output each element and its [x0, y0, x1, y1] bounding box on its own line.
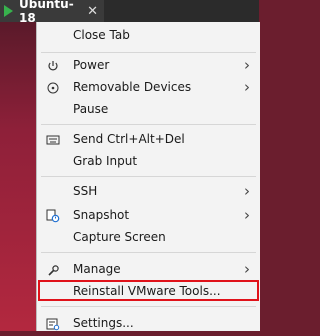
chevron-right-icon: › — [244, 182, 250, 200]
disc-icon — [45, 80, 61, 96]
menu-item-label: Capture Screen — [73, 230, 166, 244]
vm-running-icon — [4, 5, 13, 17]
menu-separator — [41, 52, 256, 53]
menu-item-label: Grab Input — [73, 154, 138, 168]
chevron-right-icon: › — [244, 56, 250, 74]
tab-ubuntu-18[interactable]: Ubuntu-18 ✕ — [0, 0, 104, 25]
menu-item-pause[interactable]: Pause — [37, 98, 260, 122]
chevron-right-icon: › — [244, 260, 250, 278]
menu-item-snapshot[interactable]: Snapshot › — [37, 204, 260, 228]
settings-icon — [45, 316, 61, 332]
chevron-right-icon: › — [244, 78, 250, 96]
menu-item-label: Close Tab — [73, 28, 130, 42]
menu-item-removable-devices[interactable]: Removable Devices › — [37, 76, 260, 100]
menu-item-label: Power — [73, 58, 110, 72]
snapshot-icon — [45, 208, 61, 224]
menu-item-manage[interactable]: Manage › — [37, 258, 260, 282]
menu-item-capture-screen[interactable]: Capture Screen — [37, 226, 260, 250]
menu-item-label: Settings... — [73, 316, 134, 330]
menu-item-label: Snapshot — [73, 208, 130, 222]
tab-bar: Ubuntu-18 ✕ — [0, 0, 259, 25]
menu-item-label: SSH — [73, 184, 98, 198]
menu-item-power[interactable]: Power › — [37, 54, 260, 78]
menu-separator — [41, 252, 256, 253]
menu-item-label: Removable Devices — [73, 80, 192, 94]
menu-item-close-tab[interactable]: Close Tab — [37, 24, 260, 48]
menu-item-reinstall-vmware-tools[interactable]: Reinstall VMware Tools... — [37, 280, 260, 304]
menu-item-send-ctrl-alt-del[interactable]: Send Ctrl+Alt+Del — [37, 128, 260, 152]
context-menu: Close Tab Power › Removable Devices › Pa… — [36, 22, 260, 331]
menu-separator — [41, 176, 256, 177]
keyboard-icon — [45, 132, 61, 148]
menu-item-settings[interactable]: Settings... — [37, 312, 260, 336]
chevron-right-icon: › — [244, 206, 250, 224]
menu-separator — [41, 124, 256, 125]
menu-item-grab-input[interactable]: Grab Input — [37, 150, 260, 174]
menu-item-label: Send Ctrl+Alt+Del — [73, 132, 185, 146]
wrench-icon — [45, 262, 61, 278]
menu-item-label: Pause — [73, 102, 109, 116]
close-icon[interactable]: ✕ — [87, 4, 98, 19]
menu-item-ssh[interactable]: SSH › — [37, 180, 260, 204]
menu-item-label: Manage — [73, 262, 121, 276]
menu-item-label: Reinstall VMware Tools... — [73, 284, 221, 298]
power-icon — [45, 58, 61, 74]
menu-separator — [41, 306, 256, 307]
